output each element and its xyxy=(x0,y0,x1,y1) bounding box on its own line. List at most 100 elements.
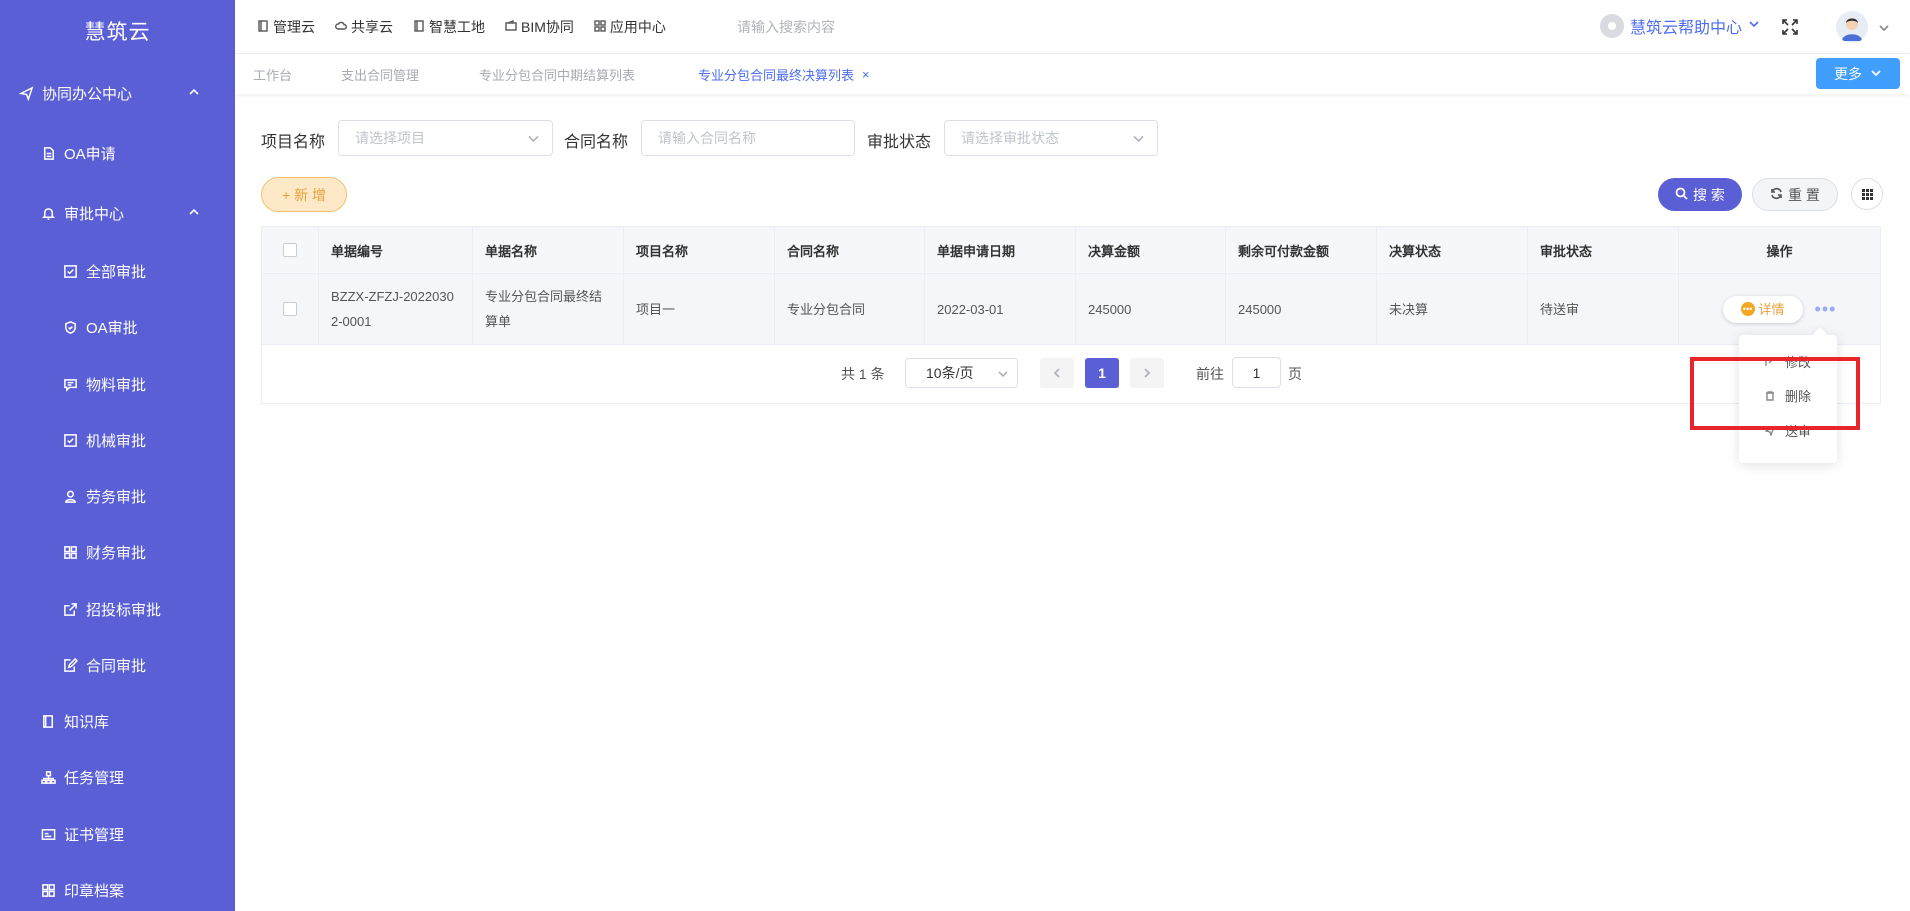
select-all-cell xyxy=(262,227,319,273)
external-link-icon xyxy=(62,601,78,617)
operation-cell: ••• 详情 ••• xyxy=(1679,274,1880,344)
more-actions-icon[interactable]: ••• xyxy=(1815,297,1837,322)
sidebar-item-labor-approval[interactable]: 劳务审批 xyxy=(0,476,235,516)
avatar[interactable] xyxy=(1836,11,1868,43)
sidebar-item-seal-archive[interactable]: 印章档案 xyxy=(0,870,235,910)
card-icon xyxy=(40,826,56,842)
sidebar-item-certificate-management[interactable]: 证书管理 xyxy=(0,814,235,854)
topnav-item-app-center[interactable]: 应用中心 xyxy=(594,17,666,37)
sidebar-item-office-center[interactable]: 协同办公中心 xyxy=(0,73,235,113)
help-center-link[interactable]: 慧筑云帮助中心 xyxy=(1599,14,1760,38)
topnav-label: 共享云 xyxy=(351,19,393,35)
search-button-label: 搜 索 xyxy=(1693,186,1725,203)
page-number-button[interactable]: 1 xyxy=(1085,358,1119,388)
project-select[interactable] xyxy=(338,120,553,156)
topnav-label: 管理云 xyxy=(273,19,315,35)
approval-status-input[interactable] xyxy=(945,121,1157,155)
chevron-up-icon xyxy=(187,85,201,99)
table-cell: 项目一 xyxy=(624,274,775,344)
column-settings-icon[interactable] xyxy=(1851,178,1883,210)
chevron-up-icon xyxy=(187,205,201,219)
reset-button[interactable]: 重 置 xyxy=(1752,178,1838,211)
chevron-down-icon xyxy=(1870,66,1882,82)
sidebar-item-finance-approval[interactable]: 财务审批 xyxy=(0,532,235,572)
table-cell: 待送审 xyxy=(1528,274,1679,344)
next-page-button[interactable] xyxy=(1130,358,1164,388)
sidebar-item-label: 审批中心 xyxy=(64,205,125,223)
project-select-input[interactable] xyxy=(339,121,552,155)
goto-page-field[interactable] xyxy=(1232,357,1281,388)
topnav-item-shared-cloud[interactable]: 共享云 xyxy=(335,17,393,37)
table-cell: 245000 xyxy=(1226,274,1377,344)
contract-name-label: 合同名称 xyxy=(564,134,629,151)
cloud-icon xyxy=(335,19,347,35)
sidebar-item-approval-center[interactable]: 审批中心 xyxy=(0,193,235,233)
chevron-down-icon[interactable] xyxy=(1878,21,1890,33)
search-icon xyxy=(1675,187,1688,203)
message-icon xyxy=(62,376,78,392)
tab-subcontract-final-settlement[interactable]: 专业分包合同最终决算列表 × xyxy=(698,54,870,94)
add-button-label: 新 增 xyxy=(294,186,327,203)
sidebar-item-contract-approval[interactable]: 合同审批 xyxy=(0,645,235,685)
contract-name-field[interactable] xyxy=(641,120,855,156)
prev-page-button[interactable] xyxy=(1040,358,1074,388)
document-icon xyxy=(257,19,269,35)
sidebar-item-oa-approval[interactable]: OA审批 xyxy=(0,307,235,347)
table-cell: 专业分包合同最终结算单 xyxy=(473,274,624,344)
bell-icon xyxy=(40,205,56,221)
checkbox-icon xyxy=(62,432,78,448)
row-checkbox[interactable] xyxy=(283,302,297,316)
checkbox-icon xyxy=(62,263,78,279)
goto-page-input[interactable] xyxy=(1233,358,1280,387)
sidebar-item-label: OA审批 xyxy=(86,319,138,337)
sidebar-item-machinery-approval[interactable]: 机械审批 xyxy=(0,420,235,460)
topnav-label: BIM协同 xyxy=(521,19,574,35)
detail-button[interactable]: ••• 详情 xyxy=(1722,295,1803,323)
tab-workbench[interactable]: 工作台 xyxy=(253,54,292,94)
sidebar-item-bidding-approval[interactable]: 招投标审批 xyxy=(0,589,235,629)
sidebar-item-all-approvals[interactable]: 全部审批 xyxy=(0,251,235,291)
fullscreen-icon[interactable] xyxy=(1780,17,1800,37)
topnav-item-management-cloud[interactable]: 管理云 xyxy=(257,17,315,37)
sidebar-item-oa-apply[interactable]: OA申请 xyxy=(0,133,235,173)
column-header: 决算状态 xyxy=(1377,227,1528,273)
more-button[interactable]: 更多 xyxy=(1816,58,1900,89)
global-search-input[interactable] xyxy=(737,17,937,37)
more-button-label: 更多 xyxy=(1834,65,1862,82)
sidebar-item-task-management[interactable]: 任务管理 xyxy=(0,757,235,797)
approval-status-select[interactable] xyxy=(944,120,1158,156)
book-icon xyxy=(40,713,56,729)
tab-label: 支出合同管理 xyxy=(341,67,420,83)
plus-icon: + xyxy=(281,186,291,203)
close-icon[interactable]: × xyxy=(862,67,870,82)
page-size-select[interactable]: 10条/页 xyxy=(905,358,1018,388)
topnav-item-smart-site[interactable]: 智慧工地 xyxy=(413,17,485,37)
chevron-down-icon xyxy=(1748,17,1760,35)
grid-icon xyxy=(594,19,606,35)
sidebar-item-knowledge-base[interactable]: 知识库 xyxy=(0,701,235,741)
sidebar-item-label: 证书管理 xyxy=(64,826,125,844)
topnav-item-bim[interactable]: BIM协同 xyxy=(505,17,574,37)
sidebar-item-label: OA申请 xyxy=(64,145,116,163)
sidebar-item-label: 财务审批 xyxy=(86,544,147,562)
tab-subcontract-interim-settlement[interactable]: 专业分包合同中期结算列表 xyxy=(479,54,635,94)
tab-label: 专业分包合同中期结算列表 xyxy=(479,67,636,83)
select-all-checkbox[interactable] xyxy=(283,243,297,257)
detail-button-label: 详情 xyxy=(1758,301,1785,317)
gear-icon xyxy=(1599,14,1624,38)
table-cell: 245000 xyxy=(1076,274,1226,344)
refresh-icon xyxy=(1770,187,1783,203)
highlight-annotation-box xyxy=(1690,357,1860,430)
search-button[interactable]: 搜 索 xyxy=(1658,178,1742,211)
contract-name-input[interactable] xyxy=(642,121,854,155)
goto-prefix: 前往 xyxy=(1196,366,1224,382)
add-button[interactable]: + 新 增 xyxy=(261,177,347,212)
sidebar-item-material-approval[interactable]: 物料审批 xyxy=(0,364,235,404)
sidebar-item-label: 全部审批 xyxy=(86,263,147,281)
column-header: 单据申请日期 xyxy=(925,227,1076,273)
chevron-down-icon xyxy=(998,371,1008,378)
table-header: 单据编号 单据名称 项目名称 合同名称 单据申请日期 决算金额 剩余可付款金额 … xyxy=(262,227,1880,274)
edit-document-icon xyxy=(62,657,78,673)
tab-expense-contracts[interactable]: 支出合同管理 xyxy=(341,54,419,94)
table-cell: 专业分包合同 xyxy=(775,274,925,344)
